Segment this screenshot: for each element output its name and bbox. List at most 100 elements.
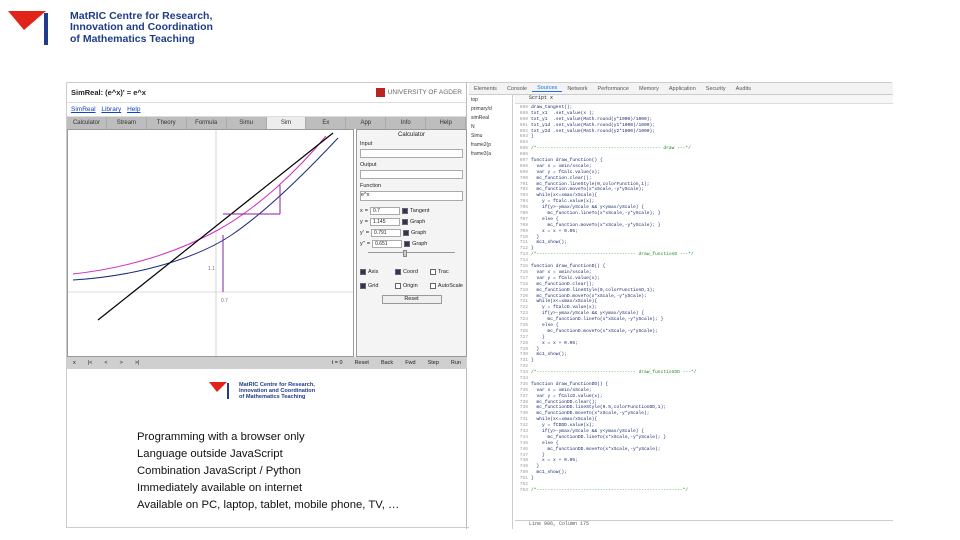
calculator-panel: Calculator Input Output Function e^x x = 0…	[356, 129, 467, 357]
link-simreal[interactable]: SimReal	[71, 106, 96, 113]
var-label: y''	[360, 240, 365, 247]
matric-logo-small-text: MatRIC Centre for Research, Innovation an…	[239, 381, 316, 401]
link-library[interactable]: Library	[101, 106, 121, 113]
devtools-tab-security[interactable]: Security	[701, 86, 731, 92]
value-field[interactable]: 1.145	[369, 217, 400, 226]
link-help[interactable]: Help	[127, 106, 140, 113]
function-curve	[72, 135, 327, 275]
checkbox[interactable]	[401, 207, 408, 214]
devtools-tab-sources[interactable]: Sources	[532, 85, 563, 92]
value-field[interactable]: 0.791	[371, 228, 402, 237]
app-tab-ex[interactable]: Ex	[306, 117, 347, 129]
var-label: y	[360, 218, 363, 225]
devtools-tab-application[interactable]: Application	[664, 86, 701, 92]
checkbox[interactable]	[401, 218, 408, 225]
ctrl-button-fwd[interactable]: Fwd	[399, 360, 421, 366]
ctrl-button-step[interactable]: Step	[422, 360, 445, 366]
value-row: y'' = 0.651 Graph	[360, 238, 463, 249]
devtools-tab-audits[interactable]: Audits	[731, 86, 756, 92]
option-label: Axis	[368, 268, 379, 275]
option-label: Grid	[368, 282, 379, 289]
bullet-item: Language outside JavaScript	[137, 448, 283, 460]
ctrl-button-back[interactable]: Back	[375, 360, 399, 366]
tree-item[interactable]: top	[471, 97, 510, 106]
checkbox[interactable]	[360, 268, 366, 275]
point-marker: 1.1	[208, 266, 215, 272]
checkbox[interactable]	[404, 240, 411, 247]
screenshot-frame: SimReal: (e^x)' = e^x UNIVERSITY OF AGDE…	[66, 82, 893, 529]
bullet-item: Programming with a browser only	[137, 431, 305, 443]
checkbox[interactable]	[429, 268, 436, 275]
line-text: mc_functionDD.moveTo(x*xScale,-y*yScale)…	[531, 446, 661, 452]
devtools-tab-performance[interactable]: Performance	[592, 86, 634, 92]
output-field[interactable]	[360, 170, 463, 179]
ctrl-button-reset[interactable]: Reset	[349, 360, 375, 366]
option-label: Tangent	[409, 207, 430, 214]
playback-button[interactable]: >|	[129, 360, 146, 366]
line-text: mc1_show();	[531, 470, 567, 476]
value-field[interactable]: 0.651	[372, 239, 403, 248]
tree-item[interactable]: N	[471, 124, 510, 133]
line-number: 753	[519, 487, 528, 493]
checkbox[interactable]	[394, 268, 401, 275]
control-bar: x |< < > >| t = 0 Reset Back Fwd Step Run	[67, 357, 467, 369]
line-text: }	[531, 476, 534, 482]
option-autoscale[interactable]: AutoScale	[429, 280, 463, 291]
line-text: mc1_show();	[531, 352, 567, 358]
var-label: x	[360, 207, 363, 214]
matric-logo: MatRIC Centre for Research, Innovation an…	[8, 8, 213, 48]
playback-button[interactable]: x	[67, 360, 82, 366]
app-title-bar: SimReal: (e^x)' = e^x UNIVERSITY OF AGDE…	[67, 83, 466, 103]
playback-button[interactable]: |<	[82, 360, 99, 366]
line-text: /*--------------------------------------…	[531, 146, 691, 152]
value-field[interactable]: 0.7	[369, 206, 400, 215]
playback-button[interactable]: >	[114, 360, 129, 366]
tree-item[interactable]: frame3(a	[471, 151, 510, 160]
input-field[interactable]	[360, 149, 463, 158]
graph-canvas[interactable]: 1.1 0.7	[67, 129, 354, 357]
line-text: mc_functionD.moveTo(x*xScale,-y*yScale);	[531, 328, 658, 334]
app-tab-help[interactable]: Help	[426, 117, 467, 129]
checkbox[interactable]	[403, 229, 410, 236]
checkbox[interactable]	[360, 282, 366, 289]
option-axis[interactable]: Axis	[360, 266, 392, 277]
app-tab-app[interactable]: App	[346, 117, 387, 129]
panel-reset-button[interactable]: Reset	[381, 295, 442, 304]
editor-file-tab[interactable]: Script x	[515, 95, 893, 104]
value-row: x = 0.7 Tangent	[360, 205, 463, 216]
option-coord[interactable]: Coord	[394, 266, 427, 277]
app-tab-info[interactable]: Info	[386, 117, 427, 129]
devtools-tab-network[interactable]: Network	[562, 86, 592, 92]
devtools-tab-memory[interactable]: Memory	[634, 86, 664, 92]
devtools-tab-console[interactable]: Console	[502, 86, 532, 92]
ctrl-button-run[interactable]: Run	[445, 360, 467, 366]
devtools-tab-elements[interactable]: Elements	[469, 86, 502, 92]
checkbox[interactable]	[429, 282, 436, 289]
app-tab-simu[interactable]: Simu	[227, 117, 267, 129]
option-trac[interactable]: Trac	[429, 266, 463, 277]
app-tab-theory[interactable]: Theory	[147, 117, 187, 129]
line-text: /*--------------------------------------…	[531, 487, 689, 493]
playback-button[interactable]: <	[98, 360, 113, 366]
checkbox[interactable]	[394, 282, 401, 289]
tree-item[interactable]: primary/d	[471, 106, 510, 115]
tree-item[interactable]: frame2(p	[471, 142, 510, 151]
function-label: Function	[360, 183, 382, 189]
code-editor[interactable]: Script x 688 draw_tangent(); 689 txt_x1 .se…	[515, 95, 893, 529]
code-line: 753/*-----------------------------------…	[515, 488, 893, 494]
option-grid[interactable]: Grid	[360, 280, 392, 291]
x-slider[interactable]	[368, 250, 455, 258]
function-field[interactable]: e^x	[360, 191, 463, 201]
bullet-item: Available on PC, laptop, tablet, mobile …	[137, 499, 400, 511]
tree-item[interactable]: Simu	[471, 133, 510, 142]
option-label: Trac	[437, 268, 449, 275]
app-tab-calculator[interactable]: Calculator	[67, 117, 107, 129]
option-origin[interactable]: Origin	[394, 280, 427, 291]
app-tab-formula[interactable]: Formula	[187, 117, 227, 129]
tree-item[interactable]: simReal	[471, 115, 510, 124]
slider-handle[interactable]	[402, 250, 407, 257]
app-tab-stream[interactable]: Stream	[107, 117, 147, 129]
option-label: AutoScale	[437, 282, 463, 289]
app-tab-sim[interactable]: Sim	[266, 117, 307, 129]
bullet-item: Combination JavaScript / Python	[137, 465, 301, 477]
